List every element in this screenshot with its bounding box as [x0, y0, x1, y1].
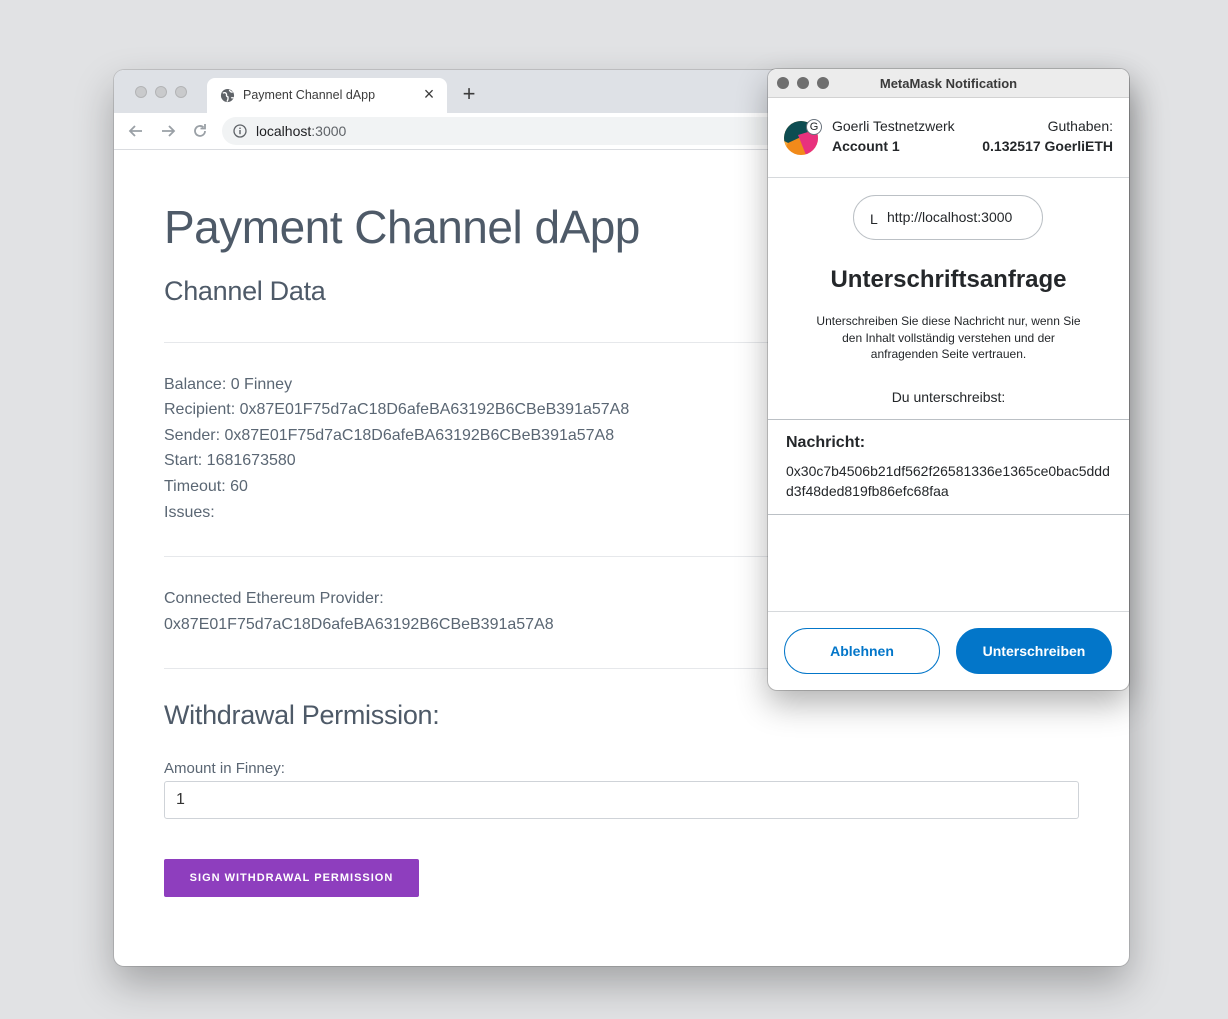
- withdrawal-heading: Withdrawal Permission:: [164, 700, 440, 730]
- window-close-button[interactable]: [135, 86, 147, 98]
- sender-text: Sender: 0x87E01F75d7aC18D6afeBA63192B6CB…: [164, 427, 615, 444]
- provider-label: Connected Ethereum Provider:: [164, 590, 384, 607]
- network-badge: G: [806, 119, 822, 135]
- sign-button[interactable]: Unterschreiben: [956, 628, 1112, 674]
- provider-address: 0x87E01F75d7aC18D6afeBA63192B6CBeB391a57…: [164, 616, 554, 633]
- address-url[interactable]: localhost:3000: [256, 123, 346, 139]
- new-tab-icon[interactable]: +: [458, 83, 480, 105]
- browser-tab[interactable]: Payment Channel dApp ×: [207, 78, 447, 113]
- sign-withdrawal-button[interactable]: SIGN WITHDRAWAL PERMISSION: [164, 859, 419, 897]
- recipient-text: Recipient: 0x87E01F75d7aC18D6afeBA63192B…: [164, 401, 630, 418]
- metamask-titlebar: MetaMask Notification: [768, 69, 1129, 98]
- signing-label: Du unterschreibst:: [891, 389, 1006, 405]
- info-icon[interactable]: [233, 124, 247, 138]
- window-minimize-button[interactable]: [155, 86, 167, 98]
- window-zoom-button[interactable]: [175, 86, 187, 98]
- tab-close-icon[interactable]: ×: [419, 84, 439, 104]
- amount-input[interactable]: [164, 781, 1079, 819]
- channel-data-heading: Channel Data: [164, 276, 326, 306]
- globe-icon: [220, 88, 235, 103]
- popup-window-title: MetaMask Notification: [879, 76, 1018, 91]
- url-port: :3000: [311, 123, 347, 139]
- account-header: G Goerli Testnetzwerk Account 1 Guthaben…: [768, 98, 1129, 178]
- balance-label: Guthaben:: [1047, 118, 1113, 134]
- message-label: Nachricht:: [786, 434, 866, 451]
- address-bar[interactable]: localhost:3000: [222, 117, 862, 145]
- signature-warning-text: Unterschreiben Sie diese Nachricht nur, …: [816, 314, 1081, 361]
- account-name: Account 1: [832, 138, 900, 154]
- timeout-text: Timeout: 60: [164, 478, 248, 495]
- metamask-popup: MetaMask Notification G Goerli Testnetzw…: [768, 69, 1129, 690]
- signature-request-heading: Unterschriftsanfrage: [830, 266, 1067, 293]
- balance-text: Balance: 0 Finney: [164, 376, 293, 393]
- message-text: 0x30c7b4506b21df562f26581336e1365ce0bac5…: [786, 463, 1110, 499]
- reload-icon[interactable]: [190, 121, 210, 141]
- reject-button[interactable]: Ablehnen: [784, 628, 940, 674]
- popup-footer: Ablehnen Unterschreiben: [768, 611, 1129, 690]
- site-icon: L: [870, 211, 878, 227]
- origin-pill: L http://localhost:3000: [853, 195, 1043, 240]
- url-host: localhost: [256, 123, 312, 139]
- message-box: Nachricht: 0x30c7b4506b21df562f26581336e…: [768, 419, 1129, 515]
- amount-label: Amount in Finney:: [164, 760, 285, 777]
- page-title: Payment Channel dApp: [164, 201, 640, 253]
- issues-text: Issues:: [164, 504, 215, 521]
- balance-value: 0.132517 GoerliETH: [982, 138, 1113, 154]
- tab-title: Payment Channel dApp: [243, 88, 376, 102]
- origin-url: http://localhost:3000: [887, 209, 1013, 225]
- start-text: Start: 1681673580: [164, 452, 296, 469]
- network-name: Goerli Testnetzwerk: [832, 118, 955, 134]
- forward-arrow-icon[interactable]: [158, 121, 178, 141]
- back-arrow-icon[interactable]: [126, 121, 146, 141]
